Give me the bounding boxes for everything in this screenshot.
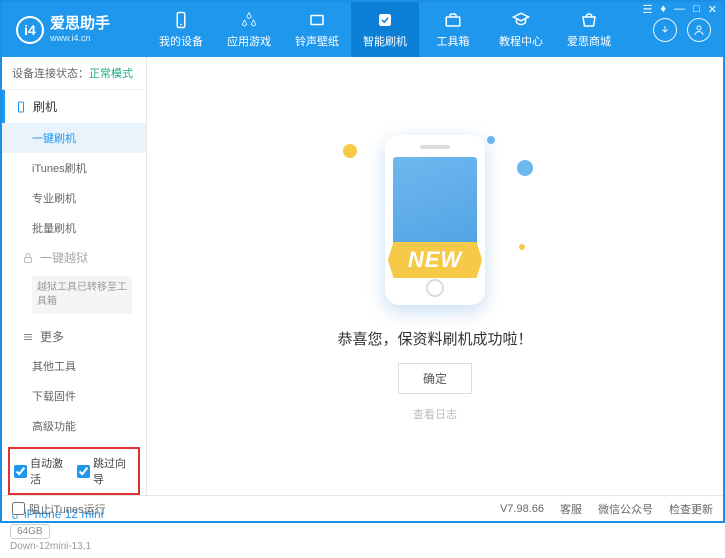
nav-ringtones[interactable]: 铃声壁纸 <box>283 2 351 57</box>
flash-items: 一键刷机 iTunes刷机 专业刷机 批量刷机 <box>2 123 146 243</box>
sidebar-item-download-firmware[interactable]: 下载固件 <box>2 381 146 411</box>
more-items: 其他工具 下载固件 高级功能 <box>2 351 146 441</box>
sidebar-item-itunes[interactable]: iTunes刷机 <box>2 153 146 183</box>
maximize-button[interactable]: □ <box>693 3 700 16</box>
phone-icon <box>15 101 27 113</box>
nav-my-device[interactable]: 我的设备 <box>147 2 215 57</box>
tutorial-icon <box>511 10 531 30</box>
decor-dot <box>517 160 533 176</box>
store-icon <box>579 10 599 30</box>
check-update-link[interactable]: 检查更新 <box>669 501 713 517</box>
new-ribbon: NEW <box>388 242 482 278</box>
sidebar-section-flash[interactable]: 刷机 <box>2 90 146 123</box>
main-nav: 我的设备 应用游戏 铃声壁纸 智能刷机 工具箱 教程中心 <box>147 2 653 57</box>
nav-apps[interactable]: 应用游戏 <box>215 2 283 57</box>
toolbox-icon <box>443 10 463 30</box>
decor-dot <box>519 244 525 250</box>
header: i4 爱思助手 www.i4.cn 我的设备 应用游戏 铃声壁纸 智能刷机 <box>2 2 723 57</box>
minimize-button[interactable]: — <box>674 3 685 16</box>
decor-dot <box>487 136 495 144</box>
version-label: V7.98.66 <box>500 503 544 515</box>
main-content: NEW 恭喜您，保资料刷机成功啦！ 确定 查看日志 <box>147 57 723 495</box>
auto-activate-checkbox[interactable]: 自动激活 <box>14 455 71 487</box>
device-sub: Down-12mini-13,1 <box>10 541 138 552</box>
flash-icon <box>375 10 395 30</box>
sidebar-item-batch[interactable]: 批量刷机 <box>2 213 146 243</box>
success-illustration: NEW <box>325 130 545 310</box>
block-itunes-checkbox[interactable]: 阻止iTunes运行 <box>12 501 106 517</box>
options-highlight: 自动激活 跳过向导 <box>8 447 140 495</box>
list-icon <box>22 331 34 343</box>
sidebar-item-pro[interactable]: 专业刷机 <box>2 183 146 213</box>
user-button[interactable] <box>687 18 711 42</box>
phone-illustration <box>385 135 485 305</box>
app-url: www.i4.cn <box>50 33 110 43</box>
device-icon <box>171 10 191 30</box>
wechat-link[interactable]: 微信公众号 <box>598 501 653 517</box>
jailbreak-note: 越狱工具已转移至工具箱 <box>32 276 132 314</box>
sidebar-section-more[interactable]: 更多 <box>2 322 146 351</box>
lock-icon <box>22 252 34 264</box>
storage-badge: 64GB <box>10 524 50 539</box>
menu-icon[interactable]: ☰ <box>643 3 653 16</box>
logo-area: i4 爱思助手 www.i4.cn <box>2 16 147 44</box>
nav-smart-flash[interactable]: 智能刷机 <box>351 2 419 57</box>
nav-toolbox[interactable]: 工具箱 <box>419 2 487 57</box>
nav-tutorials[interactable]: 教程中心 <box>487 2 555 57</box>
confirm-button[interactable]: 确定 <box>398 363 472 394</box>
decor-dot <box>343 144 357 158</box>
logo-icon: i4 <box>16 16 44 44</box>
footer: 阻止iTunes运行 V7.98.66 客服 微信公众号 检查更新 <box>2 495 723 521</box>
skip-wizard-checkbox[interactable]: 跳过向导 <box>77 455 134 487</box>
apps-icon <box>239 10 259 30</box>
sidebar-item-oneclick[interactable]: 一键刷机 <box>2 123 146 153</box>
success-message: 恭喜您，保资料刷机成功啦！ <box>337 328 532 349</box>
app-window: ☰ ♦ — □ ✕ i4 爱思助手 www.i4.cn 我的设备 应用游戏 铃声 <box>0 0 725 523</box>
nav-store[interactable]: 爱思商城 <box>555 2 623 57</box>
skin-icon[interactable]: ♦ <box>661 3 667 16</box>
header-right <box>653 18 723 42</box>
sidebar-item-advanced[interactable]: 高级功能 <box>2 411 146 441</box>
close-button[interactable]: ✕ <box>708 3 717 16</box>
view-log-link[interactable]: 查看日志 <box>413 406 457 422</box>
body: 设备连接状态：正常模式 刷机 一键刷机 iTunes刷机 专业刷机 批量刷机 一… <box>2 57 723 495</box>
service-link[interactable]: 客服 <box>560 501 582 517</box>
download-button[interactable] <box>653 18 677 42</box>
wallpaper-icon <box>307 10 327 30</box>
app-title: 爱思助手 <box>50 16 110 33</box>
sidebar-item-other-tools[interactable]: 其他工具 <box>2 351 146 381</box>
sidebar: 设备连接状态：正常模式 刷机 一键刷机 iTunes刷机 专业刷机 批量刷机 一… <box>2 57 147 495</box>
sidebar-jailbreak: 一键越狱 <box>2 243 146 272</box>
window-controls: ☰ ♦ — □ ✕ <box>643 3 717 16</box>
connection-status: 设备连接状态：正常模式 <box>2 57 146 90</box>
